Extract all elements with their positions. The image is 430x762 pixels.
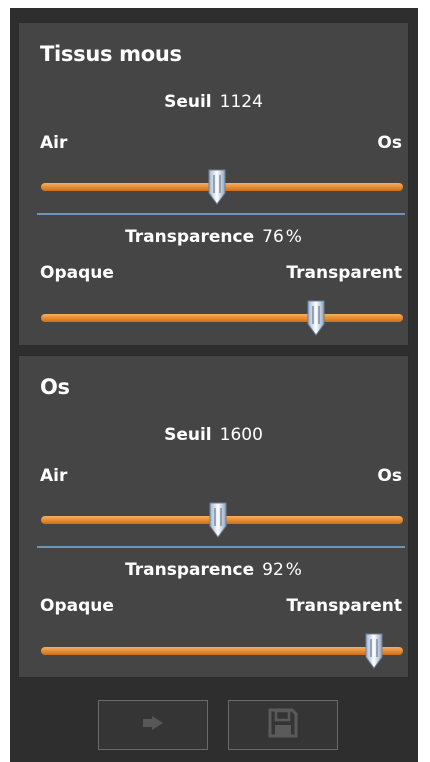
save-button[interactable] — [228, 700, 338, 750]
threshold-slider-thumb[interactable] — [208, 502, 228, 538]
transparency-max-label: Transparent — [286, 596, 402, 616]
transparency-row: Transparence 92% — [19, 560, 408, 580]
transparency-max-label: Transparent — [286, 263, 402, 283]
threshold-min-label: Air — [40, 466, 68, 486]
transparency-unit: % — [285, 227, 302, 247]
transparency-slider-thumb[interactable] — [364, 633, 384, 669]
apply-button[interactable] — [98, 700, 208, 750]
threshold-value: 1124 — [219, 92, 263, 112]
threshold-slider-thumb[interactable] — [207, 169, 227, 205]
transparency-value: 76 — [262, 227, 284, 247]
threshold-max-label: Os — [377, 133, 402, 153]
transparency-value: 92 — [262, 560, 284, 580]
threshold-min-label: Air — [40, 133, 68, 153]
threshold-row: Seuil 1124 — [19, 92, 408, 112]
section-title: Tissus mous — [40, 42, 182, 66]
save-disk-icon — [268, 708, 298, 742]
transparency-label: Transparence — [125, 560, 255, 580]
transparency-slider-track[interactable] — [41, 647, 403, 655]
threshold-max-label: Os — [377, 466, 402, 486]
transparency-min-label: Opaque — [40, 596, 114, 616]
threshold-row: Seuil 1600 — [19, 425, 408, 445]
section-title: Os — [40, 375, 70, 399]
threshold-value: 1600 — [219, 425, 263, 445]
arrow-right-icon — [142, 715, 164, 735]
transparency-label: Transparence — [125, 227, 255, 247]
section-divider — [37, 213, 405, 215]
threshold-label: Seuil — [164, 425, 212, 445]
transparency-slider-track[interactable] — [41, 314, 403, 322]
section-os: Os Seuil 1600 Air Os Transparence 92% Opaq… — [18, 355, 409, 678]
transparency-unit: % — [285, 560, 302, 580]
transparency-slider-thumb[interactable] — [306, 300, 326, 336]
section-tissus-mous: Tissus mous Seuil 1124 Air Os Transparenc… — [18, 22, 409, 346]
threshold-label: Seuil — [164, 92, 212, 112]
transparency-row: Transparence 76% — [19, 227, 408, 247]
transparency-min-label: Opaque — [40, 263, 114, 283]
section-divider — [37, 546, 405, 548]
